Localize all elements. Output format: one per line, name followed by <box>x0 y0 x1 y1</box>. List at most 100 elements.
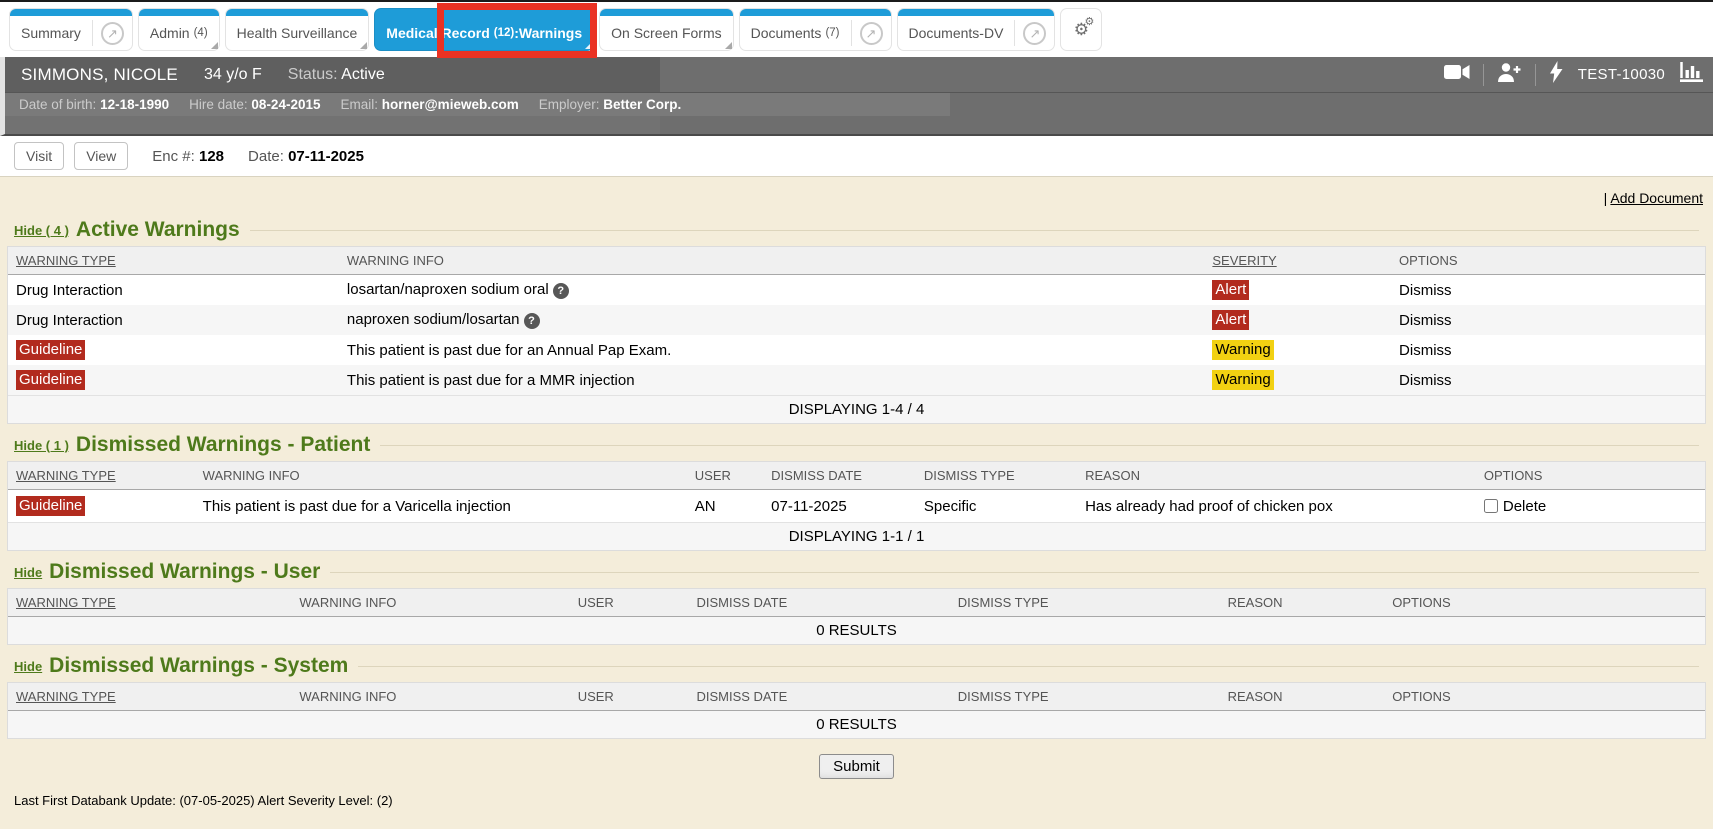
submit-button[interactable]: Submit <box>819 754 894 779</box>
external-link-icon[interactable]: ↗ <box>101 22 124 45</box>
tab-summary-label: Summary <box>10 16 92 50</box>
tab-divider <box>851 20 852 46</box>
hide-active-warnings-link[interactable]: Hide ( 4 ) <box>14 223 69 238</box>
col-warning-type[interactable]: WARNING TYPE <box>8 683 291 711</box>
severity-badge: Warning <box>1212 370 1273 390</box>
dob-label: Date of birth: <box>19 97 96 112</box>
tab-summary[interactable]: Summary ↗ <box>10 9 132 50</box>
severity-badge: Alert <box>1212 310 1249 330</box>
warning-info-cell: naproxen sodium/losartan? <box>339 305 1204 335</box>
email-label: Email: <box>340 97 378 112</box>
tab-admin[interactable]: Admin (4) <box>139 9 219 50</box>
section-rule <box>250 230 1699 231</box>
tab-bar: Summary ↗ Admin (4) Health Surveillance M… <box>0 0 1713 57</box>
warning-type-badge: Guideline <box>16 496 85 516</box>
col-user: USER <box>687 462 763 490</box>
banner-icon-group: TEST-10030 <box>1444 61 1713 88</box>
settings-gears-button[interactable]: ⚙ ⚙ <box>1061 9 1101 50</box>
add-document-row: | Add Document <box>0 177 1713 208</box>
enc-date-value: 07-11-2025 <box>288 148 364 165</box>
video-camera-icon[interactable] <box>1444 64 1470 85</box>
dismiss-link[interactable]: Dismiss <box>1399 312 1452 329</box>
encounter-bar: Visit View Enc #: 128 Date: 07-11-2025 <box>0 136 1713 177</box>
warning-info-cell: losartan/naproxen sodium oral? <box>339 275 1204 306</box>
pagination-row: DISPLAYING 1-1 / 1 <box>8 523 1705 551</box>
empty-row: 0 RESULTS <box>8 617 1705 645</box>
tab-medical-record-warnings[interactable]: Medical Record(12):Warnings <box>375 9 593 50</box>
tab-documents-count: (7) <box>825 27 839 39</box>
warning-type-badge: Guideline <box>16 340 85 360</box>
icon-separator <box>1535 64 1536 86</box>
warnings-page: | Add Document Hide ( 4 ) Active Warning… <box>0 177 1713 818</box>
hide-dismissed-system-link[interactable]: Hide <box>14 659 42 674</box>
external-link-icon[interactable]: ↗ <box>1023 22 1046 45</box>
col-warning-type[interactable]: WARNING TYPE <box>8 247 339 275</box>
patient-banner-row1: SIMMONS, NICOLE 34 y/o F Status: Active … <box>5 57 1713 93</box>
email-value: horner@mieweb.com <box>382 97 519 112</box>
tab-medical-label: Medical Record <box>386 25 489 41</box>
col-warning-type[interactable]: WARNING TYPE <box>8 462 195 490</box>
add-person-icon[interactable] <box>1497 63 1522 87</box>
add-document-link[interactable]: Add Document <box>1610 190 1703 206</box>
section-rule <box>330 572 1699 573</box>
tab-admin-label: Admin <box>150 25 190 41</box>
dismiss-link[interactable]: Dismiss <box>1399 342 1452 359</box>
databank-update-note: Last First Databank Update: (07-05-2025)… <box>14 793 1713 808</box>
warning-type-cell: Drug Interaction <box>8 275 339 306</box>
tab-on-screen-forms[interactable]: On Screen Forms <box>600 9 732 50</box>
tab-admin-count: (4) <box>194 27 208 39</box>
tab-health-surveillance[interactable]: Health Surveillance <box>226 9 369 50</box>
employer-label: Employer: <box>539 97 600 112</box>
pipe-separator: | <box>1604 190 1608 206</box>
patient-banner-row3 <box>5 116 1713 134</box>
tab-documents[interactable]: Documents(7) ↗ <box>740 9 891 50</box>
dismissed-patient-table: WARNING TYPE WARNING INFO USER DISMISS D… <box>8 462 1705 550</box>
tab-divider <box>1014 20 1015 46</box>
delete-checkbox[interactable] <box>1484 499 1498 513</box>
dismiss-type-cell: Specific <box>916 490 1077 523</box>
warning-info-cell: This patient is past due for a Varicella… <box>195 490 687 523</box>
table-header-row: WARNING TYPE WARNING INFO USER DISMISS D… <box>8 589 1705 617</box>
view-button[interactable]: View <box>74 142 128 170</box>
tab-health-label: Health Surveillance <box>226 16 369 50</box>
hide-dismissed-patient-link[interactable]: Hide ( 1 ) <box>14 438 69 453</box>
dismiss-link[interactable]: Dismiss <box>1399 372 1452 389</box>
dismiss-link[interactable]: Dismiss <box>1399 282 1452 299</box>
hide-dismissed-user-link[interactable]: Hide <box>14 565 42 580</box>
user-cell: AN <box>687 490 763 523</box>
tab-documents-dv[interactable]: Documents-DV ↗ <box>898 9 1055 50</box>
severity-badge: Alert <box>1212 280 1249 300</box>
dropdown-fold-icon <box>360 42 367 49</box>
table-row: Guideline This patient is past due for a… <box>8 490 1705 523</box>
col-severity[interactable]: SEVERITY <box>1204 247 1391 275</box>
dismissed-user-title: Dismissed Warnings - User <box>49 560 320 584</box>
warning-type-cell: Drug Interaction <box>8 305 339 335</box>
col-options: OPTIONS <box>1384 589 1705 617</box>
col-reason: REASON <box>1220 589 1385 617</box>
severity-badge: Warning <box>1212 340 1273 360</box>
col-warning-info: WARNING INFO <box>291 683 569 711</box>
visit-button[interactable]: Visit <box>14 142 64 170</box>
col-warning-type[interactable]: WARNING TYPE <box>8 589 291 617</box>
patient-name-block: SIMMONS, NICOLE 34 y/o F Status: Active <box>5 57 660 92</box>
col-reason: REASON <box>1220 683 1385 711</box>
col-warning-info: WARNING INFO <box>195 462 687 490</box>
patient-age-sex: 34 y/o F <box>204 66 262 84</box>
dismissed-system-title: Dismissed Warnings - System <box>49 654 348 678</box>
table-row: Guideline This patient is past due for a… <box>8 365 1705 396</box>
bar-chart-icon[interactable] <box>1680 62 1703 87</box>
tab-documents-dv-label: Documents-DV <box>898 16 1015 50</box>
help-icon[interactable]: ? <box>524 313 540 329</box>
hire-date-value: 08-24-2015 <box>251 97 320 112</box>
col-warning-info: WARNING INFO <box>291 589 569 617</box>
help-icon[interactable]: ? <box>553 283 569 299</box>
col-user: USER <box>570 683 689 711</box>
external-link-icon[interactable]: ↗ <box>860 22 883 45</box>
enc-date-label: Date: <box>248 148 284 165</box>
no-results-message: 0 RESULTS <box>8 711 1705 739</box>
dismiss-date-cell: 07-11-2025 <box>763 490 916 523</box>
lightning-bolt-icon[interactable] <box>1549 61 1563 88</box>
col-warning-info: WARNING INFO <box>339 247 1204 275</box>
col-dismiss-date: DISMISS DATE <box>763 462 916 490</box>
dismissed-system-table: WARNING TYPE WARNING INFO USER DISMISS D… <box>8 683 1705 738</box>
